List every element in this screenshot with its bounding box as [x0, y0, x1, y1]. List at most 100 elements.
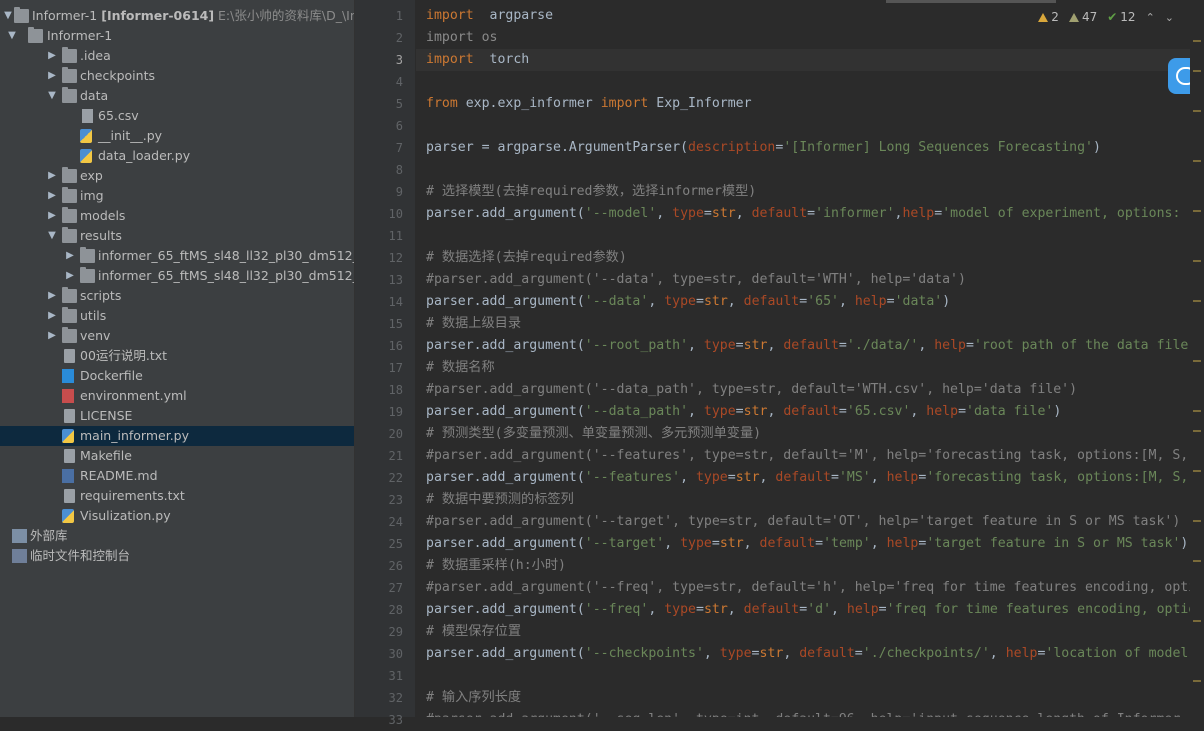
code-line: #parser.add_argument('--features', type=…	[426, 445, 1188, 467]
tree-item[interactable]: 外部库	[0, 526, 354, 546]
code-line: #parser.add_argument('--data_path', type…	[426, 379, 1077, 401]
code-token: ,	[648, 602, 665, 617]
chevron-right-icon[interactable]: ▶	[46, 166, 58, 186]
weak-warnings-count[interactable]: 47	[1068, 10, 1097, 24]
code-token: parser.add_argument(	[426, 206, 585, 221]
chevron-right-icon[interactable]: ▶	[46, 66, 58, 86]
tree-item[interactable]: Dockerfile	[0, 366, 354, 386]
line-number: 12	[388, 251, 403, 265]
vertical-scrollbar[interactable]	[1190, 0, 1204, 717]
chevron-right-icon[interactable]: ▶	[46, 306, 58, 326]
tree-item[interactable]: README.md	[0, 466, 354, 486]
code-token: str	[703, 602, 728, 617]
chevron-down-icon[interactable]: ▼	[6, 26, 18, 46]
folder-icon	[62, 167, 77, 183]
tree-item[interactable]: requirements.txt	[0, 486, 354, 506]
code-token: '--checkpoints'	[584, 646, 704, 661]
code-token: exp.exp_informer	[457, 96, 601, 111]
tree-item[interactable]: ▶ informer_65_ftMS_sl48_ll32_pl30_dm512_n…	[0, 266, 354, 286]
scroll-marker	[1193, 300, 1201, 302]
warnings-count[interactable]: 2	[1038, 10, 1059, 24]
chevron-down-icon[interactable]: ▼	[46, 226, 58, 246]
chevron-down-icon[interactable]: ▼	[2, 6, 14, 26]
code-token: ,	[831, 602, 847, 617]
code-editor[interactable]: import argparse import os import torch from…	[416, 0, 1204, 717]
code-token: help	[1005, 646, 1038, 661]
scroll-marker	[1193, 110, 1201, 112]
chevron-down-icon[interactable]: ▼	[46, 86, 58, 106]
code-token: # 输入序列长度	[426, 690, 522, 705]
chevron-right-icon[interactable]: ▶	[46, 46, 58, 66]
code-token: help	[926, 404, 959, 419]
tree-item[interactable]: LICENSE	[0, 406, 354, 426]
tree-item-label: README.md	[80, 468, 158, 483]
code-line: #parser.add_argument('--target', type=st…	[426, 511, 1180, 533]
inspection-widget[interactable]: 2 47 ✔ 12 ⌃ ⌄	[1038, 8, 1174, 26]
code-token: 'model of experiment, options: [	[942, 206, 1197, 221]
code-token: str	[703, 294, 728, 309]
tree-item[interactable]: ▶ informer_65_ftMS_sl48_ll32_pl30_dm512_n…	[0, 246, 354, 266]
chevron-right-icon[interactable]: ▶	[64, 266, 76, 286]
code-token: ,	[703, 646, 720, 661]
project-title-row[interactable]: ▼ Informer-1 [Informer-0614] E:\张小帅的资料库\…	[0, 6, 354, 26]
code-token: ,	[767, 404, 784, 419]
chevron-up-icon[interactable]: ⌃	[1146, 11, 1155, 24]
code-token: parser.add_argument(	[426, 602, 585, 617]
tree-item[interactable]: Makefile	[0, 446, 354, 466]
code-token: description	[688, 140, 776, 155]
tree-item[interactable]: ▼ results	[0, 226, 354, 246]
chevron-right-icon[interactable]: ▶	[46, 326, 58, 346]
folder-icon	[62, 87, 77, 103]
code-token: =	[799, 602, 808, 617]
code-line: parser.add_argument('--features', type=s…	[426, 467, 1188, 489]
code-token: 'd'	[807, 602, 832, 617]
tree-item[interactable]: environment.yml	[0, 386, 354, 406]
tree-item[interactable]: ▶ checkpoints	[0, 66, 354, 86]
code-token: ,	[989, 646, 1006, 661]
chevron-right-icon[interactable]: ▶	[46, 286, 58, 306]
tree-item[interactable]: main_informer.py	[0, 426, 354, 446]
code-token: #parser.add_argument('--freq', type=str,…	[426, 580, 1197, 595]
tree-item[interactable]: ▶ scripts	[0, 286, 354, 306]
line-number: 16	[388, 339, 403, 353]
code-token: 'informer'	[815, 206, 895, 221]
code-token: # 预测类型(多变量预测、单变量预测、多元预测单变量)	[426, 426, 762, 441]
chevron-right-icon[interactable]: ▶	[64, 246, 76, 266]
typos-count[interactable]: ✔ 12	[1107, 10, 1135, 24]
folder-icon	[28, 27, 43, 43]
tree-item-root[interactable]: ▼ Informer-1	[0, 26, 354, 46]
tree-item[interactable]: ▶ venv	[0, 326, 354, 346]
line-number-gutter: 1 2 3 4 5 6 7 8 9 10 11 12 13 14 15 16 17 18 19 20 21 22 23 24 2…	[355, 0, 415, 727]
tree-item[interactable]: ▶ .idea	[0, 46, 354, 66]
tree-item[interactable]: 00运行说明.txt	[0, 346, 354, 366]
code-line: parser.add_argument('--root_path', type=…	[426, 335, 1204, 357]
code-line: #parser.add_argument('--data', type=str,…	[426, 269, 966, 291]
folder-icon	[80, 247, 95, 263]
chevron-right-icon[interactable]: ▶	[46, 186, 58, 206]
tree-item[interactable]: __init__.py	[0, 126, 354, 146]
code-token: =	[966, 338, 974, 353]
line-number: 30	[388, 647, 403, 661]
tree-item[interactable]: ▶ utils	[0, 306, 354, 326]
code-token: torch	[473, 52, 530, 67]
code-token: type	[664, 602, 696, 617]
code-token: './data/'	[846, 338, 919, 353]
code-line: # 数据名称	[426, 357, 495, 379]
tree-item[interactable]: 临时文件和控制台	[0, 546, 354, 566]
tree-item[interactable]: Visulization.py	[0, 506, 354, 526]
code-token: type	[664, 294, 696, 309]
code-line: import torch	[426, 49, 529, 71]
chevron-down-icon[interactable]: ⌄	[1165, 11, 1174, 24]
code-line: parser.add_argument('--data_path', type=…	[426, 401, 1061, 423]
chevron-right-icon[interactable]: ▶	[46, 206, 58, 226]
code-token: =	[727, 470, 736, 485]
tree-item-label: 65.csv	[98, 108, 139, 123]
python-file-icon	[80, 129, 92, 143]
tree-item[interactable]: ▶ exp	[0, 166, 354, 186]
tree-item[interactable]: data_loader.py	[0, 146, 354, 166]
code-token: # 数据名称	[426, 360, 495, 375]
tree-item[interactable]: ▶ models	[0, 206, 354, 226]
tree-item[interactable]: ▼ data	[0, 86, 354, 106]
tree-item[interactable]: ▶ img	[0, 186, 354, 206]
tree-item[interactable]: 65.csv	[0, 106, 354, 126]
